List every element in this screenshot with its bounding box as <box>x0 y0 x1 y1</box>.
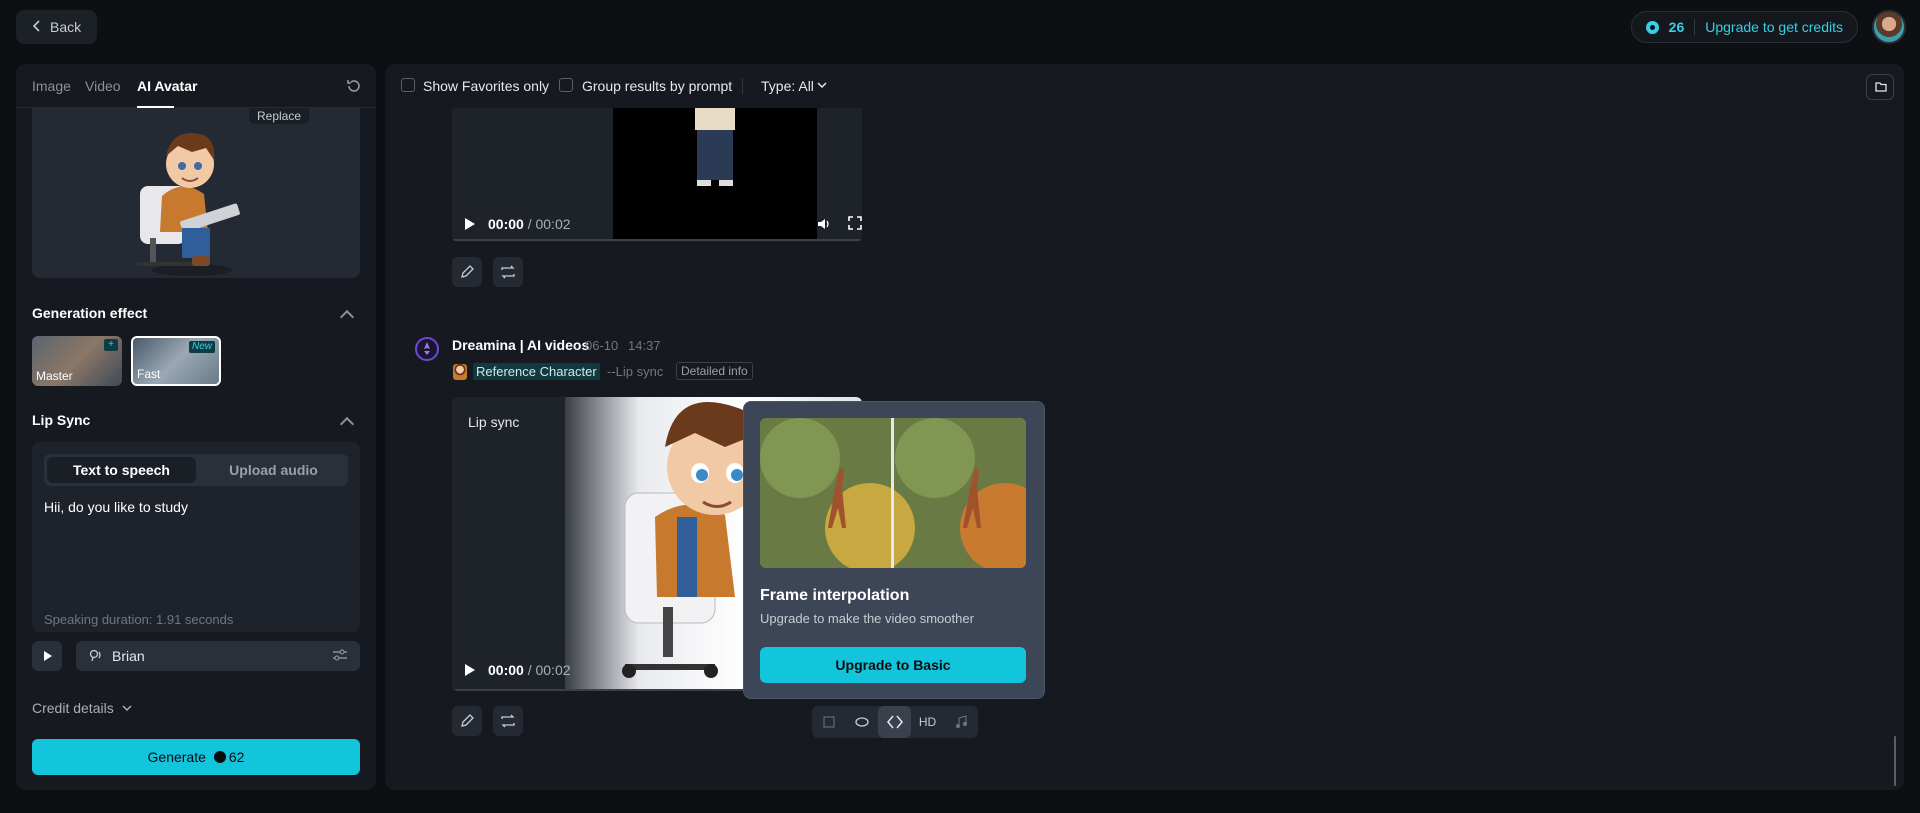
user-avatar[interactable] <box>1872 10 1906 44</box>
replace-label: Replace <box>257 109 302 123</box>
repeat-icon <box>501 714 515 728</box>
type-filter[interactable]: Type: All <box>761 78 814 94</box>
effect-fast-label: Fast <box>137 367 161 381</box>
generate-button[interactable]: Generate 62 <box>32 739 360 775</box>
replace-button[interactable]: Replace <box>249 108 310 124</box>
mode-tabs: Image Video AI Avatar <box>16 64 376 108</box>
video1-current-time: 00:00 <box>488 216 524 232</box>
favorites-checkbox[interactable] <box>401 78 415 92</box>
reference-thumbnail <box>453 364 467 380</box>
tab-ai-avatar[interactable]: AI Avatar <box>137 78 197 94</box>
crop-icon[interactable] <box>812 706 845 738</box>
popup-subtitle: Upgrade to make the video smoother <box>760 611 974 626</box>
lip-sync-tag: --Lip sync <box>607 364 664 379</box>
generate-cost: 62 <box>228 749 245 765</box>
chevron-up-icon[interactable] <box>339 416 355 432</box>
video-result-1[interactable]: 00:00 / 00:02 <box>452 108 862 242</box>
lip-sync-mode-toggle: Text to speech Upload audio <box>44 454 348 486</box>
folder-button[interactable] <box>1866 74 1894 100</box>
hd-upscale-button[interactable]: HD <box>911 706 944 738</box>
effect-master[interactable]: + Master <box>32 336 122 386</box>
popup-title: Frame interpolation <box>760 587 910 604</box>
credit-coin-icon <box>1645 20 1659 34</box>
credit-count: 26 <box>1668 19 1685 35</box>
repeat-icon <box>501 265 515 279</box>
generation-effect-title: Generation effect <box>32 305 148 321</box>
frame-interpolation-icon[interactable] <box>878 706 911 738</box>
message-date: 06-10 <box>585 338 619 353</box>
play-icon[interactable] <box>464 663 476 677</box>
results-panel: Show Favorites only Group results by pro… <box>385 64 1904 790</box>
lip-sync-label: Lip sync <box>468 414 520 430</box>
regenerate-button[interactable] <box>493 257 523 287</box>
message-time: 14:37 <box>628 338 661 353</box>
credits-pill[interactable]: 26 Upgrade to get credits <box>1630 11 1858 43</box>
chevron-down-icon[interactable] <box>817 81 827 89</box>
video1-total-time: / 00:02 <box>527 216 571 232</box>
effect-fast-badge: New <box>188 341 215 353</box>
video-tools: HD <box>812 706 978 738</box>
regenerate-button[interactable] <box>493 706 523 736</box>
upgrade-credits-link[interactable]: Upgrade to get credits <box>1705 19 1843 35</box>
play-icon[interactable] <box>464 217 476 231</box>
loop-icon[interactable] <box>845 706 878 738</box>
mode-text-to-speech[interactable]: Text to speech <box>47 457 196 483</box>
video2-current-time: 00:00 <box>488 662 524 678</box>
play-icon <box>44 651 52 661</box>
group-label[interactable]: Group results by prompt <box>582 78 732 94</box>
upgrade-to-basic-button[interactable]: Upgrade to Basic <box>760 647 1026 683</box>
reference-character-preview[interactable] <box>32 108 360 278</box>
voice-name: Brian <box>112 648 145 664</box>
back-button[interactable]: Back <box>16 10 98 44</box>
lip-sync-box: Text to speech Upload audio Hii, do you … <box>32 442 360 632</box>
credit-details-toggle[interactable]: Credit details <box>32 700 132 716</box>
back-label: Back <box>50 19 82 35</box>
voice-icon <box>88 647 104 666</box>
message-author: Dreamina | AI videos <box>452 337 590 353</box>
credit-coin-icon <box>213 751 226 763</box>
volume-icon[interactable] <box>816 216 832 232</box>
pencil-icon <box>461 265 474 278</box>
fullscreen-icon[interactable] <box>848 216 862 230</box>
effect-master-label: Master <box>36 369 73 383</box>
music-icon[interactable] <box>944 706 977 738</box>
chevron-up-icon[interactable] <box>339 309 355 325</box>
lip-sync-title: Lip Sync <box>32 412 91 428</box>
chevron-down-icon <box>122 705 132 712</box>
dreamina-logo-icon <box>415 337 439 361</box>
settings-sliders-icon[interactable] <box>332 648 348 665</box>
edit-button[interactable] <box>452 257 482 287</box>
mode-upload-audio[interactable]: Upload audio <box>199 454 348 486</box>
edit-button[interactable] <box>452 706 482 736</box>
divider <box>1694 19 1696 35</box>
reference-character-chip[interactable]: Reference Character <box>473 363 600 380</box>
effect-fast[interactable]: New Fast <box>131 336 221 386</box>
voice-selector[interactable]: Brian <box>76 641 360 671</box>
frame-interpolation-preview <box>760 418 1026 568</box>
chevron-left-icon <box>32 19 42 35</box>
tab-image[interactable]: Image <box>32 78 71 94</box>
voice-preview-play-button[interactable] <box>32 641 62 671</box>
video2-total-time: / 00:02 <box>527 662 571 678</box>
speaking-duration: Speaking duration: 1.91 seconds <box>44 612 234 627</box>
generate-label: Generate <box>147 749 206 765</box>
character-image <box>32 108 360 278</box>
tab-video[interactable]: Video <box>85 78 121 94</box>
scrollbar[interactable] <box>1894 736 1896 786</box>
video-frame <box>613 108 817 240</box>
video1-progress-track[interactable] <box>452 239 862 241</box>
favorites-label[interactable]: Show Favorites only <box>423 78 549 94</box>
frame-interpolation-popup: Frame interpolation Upgrade to make the … <box>743 401 1045 699</box>
detailed-info-button[interactable]: Detailed info <box>676 362 753 380</box>
left-panel: Image Video AI Avatar Replace Generation… <box>16 64 376 790</box>
reset-icon[interactable] <box>346 78 362 94</box>
group-checkbox[interactable] <box>559 78 573 92</box>
credit-details-label: Credit details <box>32 700 114 716</box>
divider <box>742 78 743 94</box>
pencil-icon <box>461 714 474 727</box>
speech-text-input[interactable]: Hii, do you like to study <box>44 499 188 515</box>
folder-icon <box>1875 82 1887 92</box>
effect-master-badge: + <box>104 339 118 351</box>
